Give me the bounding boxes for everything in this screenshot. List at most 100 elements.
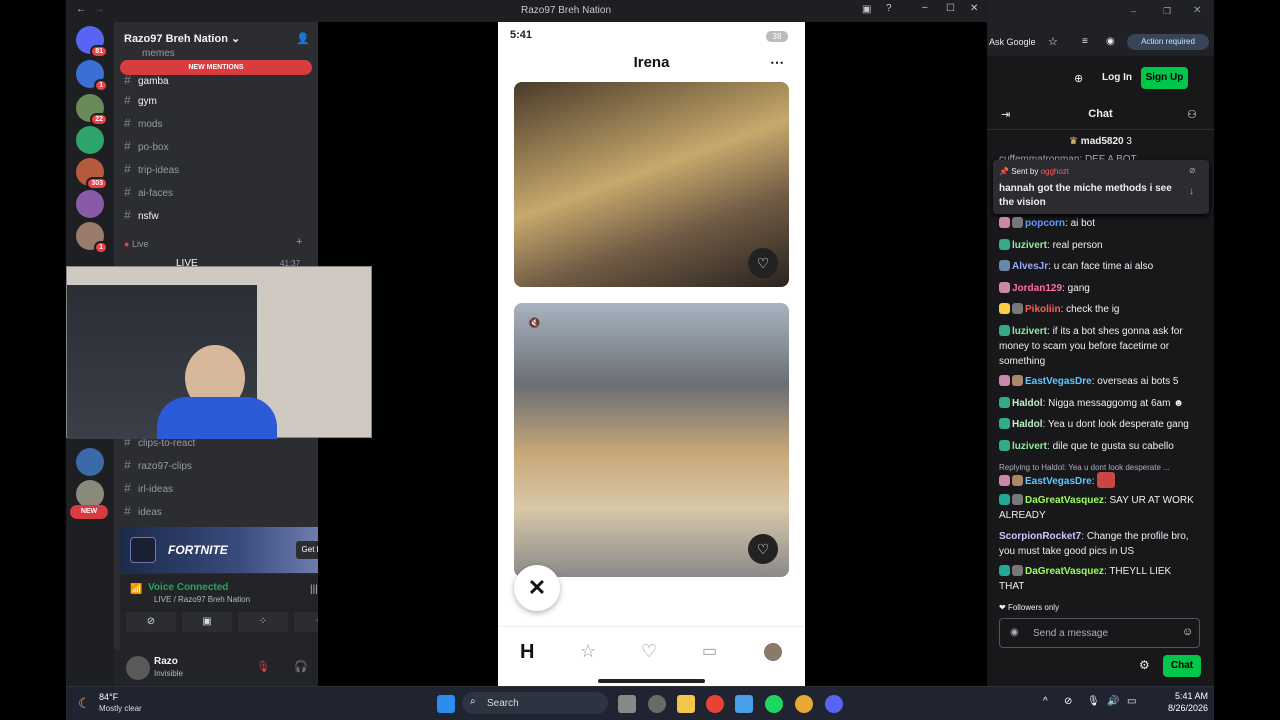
category-live[interactable]: ● Live <box>124 236 148 252</box>
channel-gamba[interactable]: # gamba <box>124 72 169 88</box>
emote-picker-icon[interactable]: ☺ <box>1182 626 1193 638</box>
login-button[interactable]: Log In <box>1102 72 1132 83</box>
chat-settings-gear-icon[interactable]: ⚙ <box>1139 658 1150 672</box>
profile-avatar-icon[interactable] <box>764 643 782 661</box>
camera-off-button[interactable]: ⊘ <box>126 612 176 632</box>
server-icon[interactable] <box>76 190 104 218</box>
add-channel-icon[interactable]: + <box>296 236 302 248</box>
maximize-icon[interactable]: ☐ <box>946 3 955 14</box>
channel-nsfw[interactable]: # nsfw <box>124 207 159 223</box>
weather-icon[interactable]: ☾ <box>78 695 91 712</box>
channel-razo97-clips[interactable]: # razo97-clips <box>124 457 192 473</box>
chrome-icon[interactable] <box>706 695 724 713</box>
channel-irl-ideas[interactable]: # irl-ideas <box>124 480 173 496</box>
hinge-home-icon[interactable]: H <box>520 641 534 664</box>
task-view-icon[interactable] <box>618 695 636 713</box>
chrome-alt-icon[interactable] <box>795 695 813 713</box>
channel-mods[interactable]: # mods <box>124 115 162 131</box>
microphone-icon[interactable]: 🎙 <box>1087 696 1100 707</box>
server-icon[interactable] <box>76 480 104 508</box>
start-windows-icon[interactable] <box>437 695 455 713</box>
username[interactable]: Razo <box>154 656 178 667</box>
likes-heart-icon[interactable]: ♡ <box>641 641 657 662</box>
forward-arrow-icon[interactable]: → <box>94 4 104 15</box>
inbox-icon[interactable]: ▣ <box>862 4 871 15</box>
channel-trip-ideas[interactable]: # trip-ideas <box>124 161 179 177</box>
chat-username[interactable]: Haldol <box>1012 398 1043 409</box>
server-icon[interactable]: 81 <box>76 26 108 58</box>
chat-username[interactable]: luzivert <box>1012 326 1047 337</box>
network-icon[interactable]: ⊘ <box>1064 696 1072 707</box>
weather-temp[interactable]: 84°F <box>99 692 118 702</box>
back-arrow-icon[interactable]: ← <box>76 4 86 15</box>
chat-username[interactable]: DaGreatVasquez <box>1025 566 1104 577</box>
voice-status[interactable]: Voice Connected <box>148 582 228 593</box>
photos-icon[interactable] <box>735 695 753 713</box>
dismiss-x-button[interactable]: ✕ <box>514 565 560 611</box>
pinned-sender[interactable]: ogghozt <box>1041 167 1069 176</box>
clock-time[interactable]: 5:41 AM <box>1146 691 1208 701</box>
widgets-icon[interactable] <box>648 695 666 713</box>
chat-username[interactable]: ScorpionRocket7 <box>999 531 1081 542</box>
close-icon[interactable]: ✕ <box>970 3 978 14</box>
chat-username[interactable]: AlvesJr <box>1012 261 1048 272</box>
spotify-icon[interactable] <box>765 695 783 713</box>
chat-username[interactable]: DaGreatVasquez <box>1025 495 1104 506</box>
chat-username[interactable]: Jordan129 <box>1012 283 1062 294</box>
server-icon[interactable]: 1 <box>76 222 108 254</box>
taskbar-search[interactable]: ⌕ Search <box>462 692 608 714</box>
bookmark-star-icon[interactable]: ☆ <box>1048 35 1058 48</box>
server-icon[interactable] <box>76 448 104 476</box>
chat-username[interactable]: Haldol <box>1012 419 1043 430</box>
server-icon[interactable]: 303 <box>76 158 108 190</box>
chat-username[interactable]: EastVegasDre <box>1025 476 1092 487</box>
more-options-icon[interactable]: ⋯ <box>770 54 784 71</box>
file-explorer-icon[interactable] <box>677 695 695 713</box>
restore-icon[interactable]: ❐ <box>1163 6 1171 17</box>
bits-icon[interactable]: ◉ <box>1010 627 1019 638</box>
server-icon[interactable] <box>76 126 104 154</box>
guild-name[interactable]: Razo97 Breh Nation ⌄ <box>124 32 240 45</box>
chat-send-button[interactable]: Chat <box>1163 655 1201 677</box>
help-icon[interactable]: ? <box>886 3 892 14</box>
battery-icon[interactable]: ▭ <box>1127 696 1136 707</box>
deafen-icon[interactable]: 🎧 <box>294 660 308 673</box>
minimize-icon[interactable]: – <box>1131 6 1136 16</box>
screen-share-button[interactable]: ▣ <box>182 612 232 632</box>
muted-audio-icon[interactable]: 🔇 <box>528 318 540 329</box>
volume-icon[interactable]: 🔊 <box>1107 696 1119 707</box>
like-heart-icon[interactable]: ♡ <box>748 248 778 278</box>
action-required-button[interactable]: Action required <box>1127 34 1209 50</box>
like-heart-icon[interactable]: ♡ <box>748 534 778 564</box>
close-icon[interactable]: ✕ <box>1193 5 1201 16</box>
community-icon[interactable]: ⚇ <box>1187 108 1197 121</box>
tray-chevron-icon[interactable]: ^ <box>1043 696 1048 707</box>
add-member-icon[interactable]: 👤 <box>296 32 310 45</box>
server-icon[interactable]: 1 <box>76 60 108 92</box>
noise-suppression-icon[interactable]: ||| <box>310 584 318 595</box>
chat-username[interactable]: luzivert <box>1012 240 1047 251</box>
ask-google-button[interactable]: Ask Google <box>989 37 1036 47</box>
messages-icon[interactable]: ▭ <box>702 641 717 661</box>
server-icon[interactable]: 22 <box>76 94 108 126</box>
mute-icon[interactable]: 🎙 <box>256 660 270 673</box>
voice-location[interactable]: LIVE / Razo97 Breh Nation <box>154 595 250 604</box>
chat-username[interactable]: EastVegasDre <box>1025 376 1092 387</box>
minimize-icon[interactable]: – <box>922 2 928 13</box>
top-gifter[interactable]: mad5820 <box>1081 136 1124 147</box>
chat-username[interactable]: Pikoliin <box>1025 304 1061 315</box>
profile-icon[interactable]: ◉ <box>1106 36 1115 47</box>
channel-ai-faces[interactable]: # ai-faces <box>124 184 173 200</box>
clock-date[interactable]: 8/26/2026 <box>1146 703 1208 713</box>
avatar[interactable] <box>126 656 150 680</box>
channel-ideas[interactable]: # ideas <box>124 503 162 519</box>
unpin-icon[interactable]: ⊘ <box>1189 166 1196 175</box>
reading-list-icon[interactable]: ≡ <box>1082 36 1088 47</box>
activities-button[interactable]: ⁘ <box>238 612 288 632</box>
channel-gym[interactable]: # gym <box>124 92 157 108</box>
chat-username[interactable]: luzivert <box>1012 441 1047 452</box>
chat-input[interactable]: ◉ Send a message ☺ <box>999 618 1200 648</box>
channel-po-box[interactable]: # po-box <box>124 138 169 154</box>
globe-icon[interactable]: ⊕ <box>1074 72 1083 85</box>
expand-down-icon[interactable]: ↓ <box>1189 186 1194 197</box>
